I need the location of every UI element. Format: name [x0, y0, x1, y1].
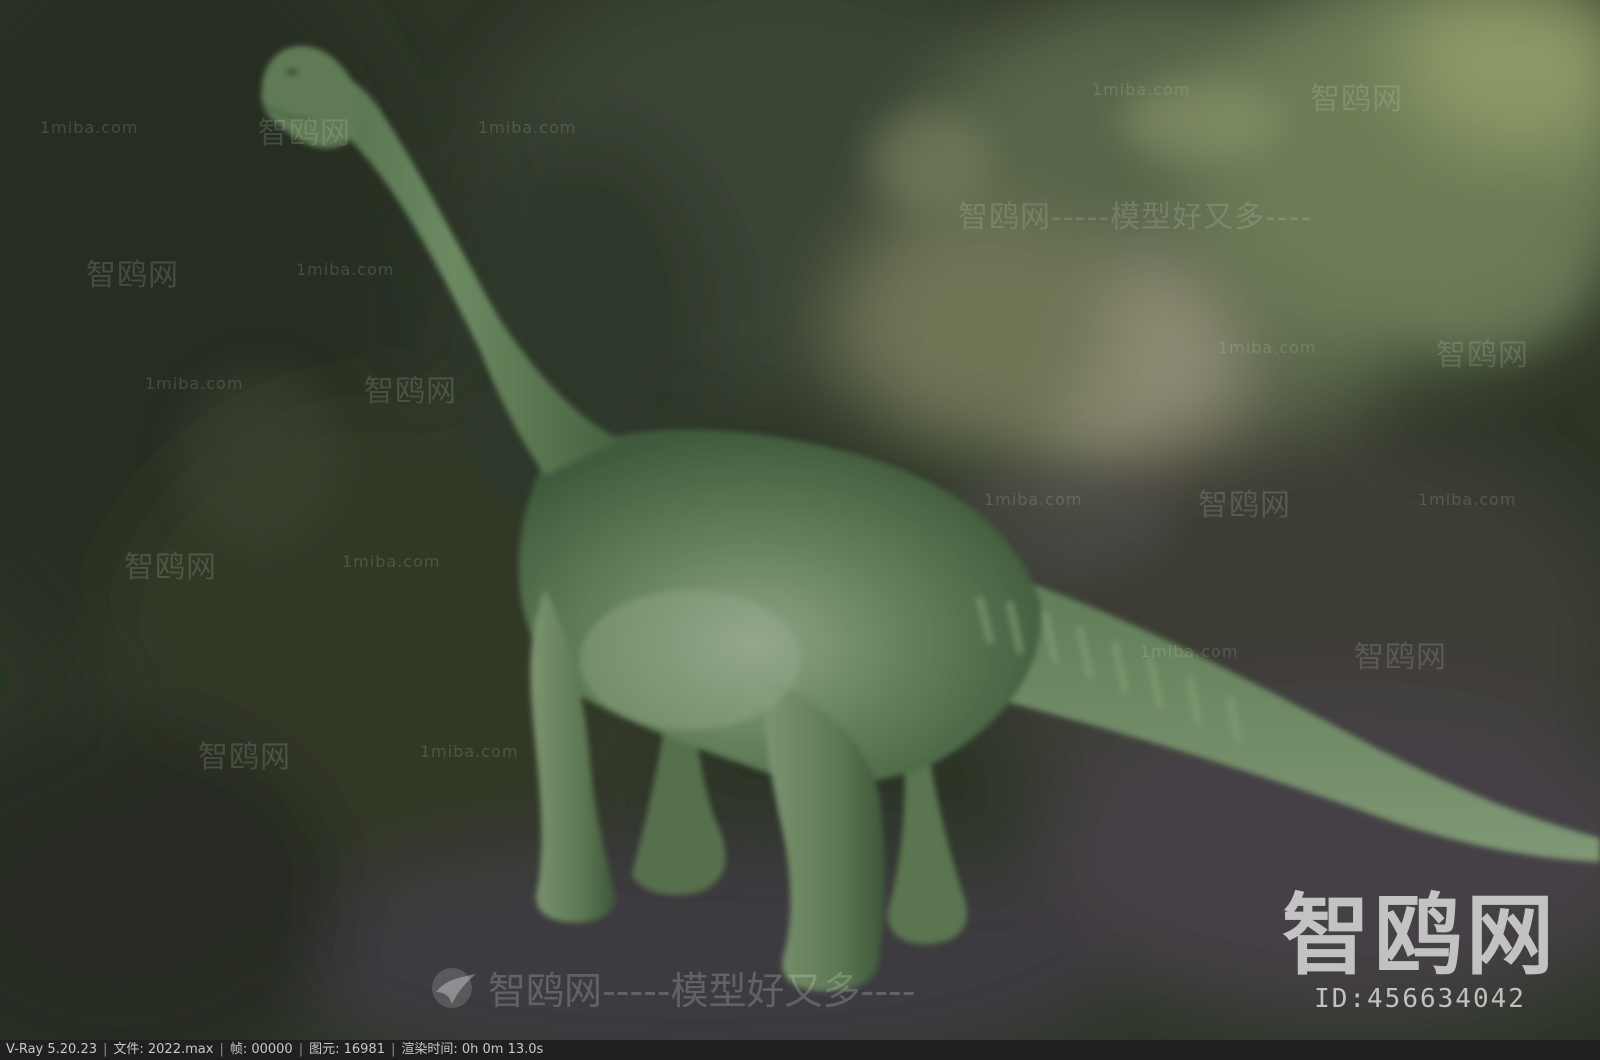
watermark-site: 1miba.com — [145, 374, 244, 393]
watermark-bottom-slogan: 智鸥网-----模型好又多---- — [488, 969, 916, 1013]
watermark-site: 1miba.com — [296, 260, 395, 279]
primitive-count: 图元: 16981 — [309, 1042, 385, 1057]
watermark-site: 1miba.com — [984, 490, 1083, 509]
watermark-site: 1miba.com — [478, 118, 577, 137]
watermark-site: 1miba.com — [1218, 338, 1317, 357]
watermark-site: 1miba.com — [40, 118, 139, 137]
dinosaur-belly — [580, 590, 800, 730]
watermark-brand: 智鸥网 — [258, 116, 351, 151]
render-time: 渲染时间: 0h 0m 13.0s — [401, 1042, 544, 1057]
brand-logo: 智鸥网 — [1281, 884, 1558, 987]
frame-number: 帧: 00000 — [229, 1042, 293, 1057]
watermark-brand: 智鸥网 — [124, 550, 217, 585]
watermark-slogan: 智鸥网-----模型好又多---- — [958, 200, 1313, 235]
watermark-site: 1miba.com — [342, 552, 441, 571]
gull-logo-icon — [432, 968, 476, 1008]
watermark-site: 1miba.com — [1092, 80, 1191, 99]
watermark-brand: 智鸥网 — [1436, 338, 1529, 373]
file-name: 文件: 2022.max — [113, 1042, 214, 1057]
watermark-site: 1miba.com — [1418, 490, 1517, 509]
render-status-bar: V-Ray 5.20.23 | 文件: 2022.max | 帧: 00000 | 图元: … — [0, 1040, 1600, 1060]
watermark-brand: 智鸥网 — [86, 258, 179, 293]
watermark-brand: 智鸥网 — [1310, 82, 1403, 117]
watermark-brand: 智鸥网 — [364, 374, 457, 409]
watermark-bottom: 智鸥网-----模型好又多---- — [430, 960, 915, 1015]
render-viewport: 1miba.com 智鸥网 1miba.com 1miba.com 智鸥网 智鸥… — [0, 0, 1600, 1040]
watermark-brand: 智鸥网 — [198, 740, 291, 775]
watermark-site: 1miba.com — [420, 742, 519, 761]
watermark-site: 1miba.com — [1140, 642, 1239, 661]
watermark-brand: 智鸥网 — [1354, 640, 1447, 675]
brand-watermark: 智鸥网 ID:456634042 — [1281, 884, 1558, 1015]
model-id: ID:456634042 — [1314, 984, 1526, 1014]
watermark-brand: 智鸥网 — [1198, 488, 1291, 523]
renderer-version: V-Ray 5.20.23 — [6, 1042, 97, 1057]
